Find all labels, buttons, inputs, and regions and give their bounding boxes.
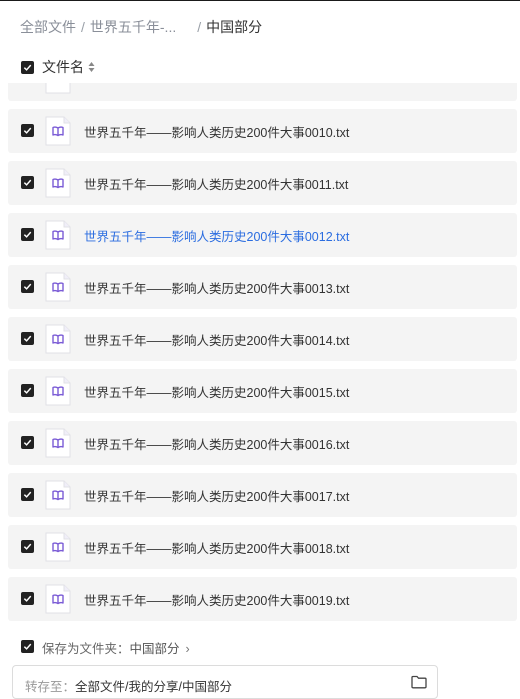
book-file-icon	[45, 220, 71, 250]
book-file-icon	[45, 83, 71, 94]
list-item-partial[interactable]	[8, 83, 517, 101]
check-icon	[23, 179, 32, 186]
file-name[interactable]: 世界五千年——影响人类历史200件大事0013.txt	[84, 278, 349, 297]
list-item[interactable]: 世界五千年——影响人类历史200件大事0018.txt	[8, 525, 517, 569]
list-item[interactable]: 世界五千年——影响人类历史200件大事0017.txt	[8, 473, 517, 517]
check-icon	[23, 643, 32, 650]
check-icon	[23, 283, 32, 290]
breadcrumb-separator: /	[197, 19, 202, 35]
check-icon	[23, 335, 32, 342]
book-file-icon	[45, 428, 71, 458]
row-checkbox[interactable]	[21, 124, 34, 137]
check-icon	[23, 491, 32, 498]
book-file-icon	[45, 272, 71, 302]
row-checkbox[interactable]	[21, 436, 34, 449]
breadcrumb-parent[interactable]: 世界五千年-...	[90, 17, 176, 37]
check-icon	[23, 231, 32, 238]
check-icon	[23, 127, 32, 134]
book-file-icon	[45, 324, 71, 354]
row-checkbox[interactable]	[21, 384, 34, 397]
check-icon	[23, 439, 32, 446]
breadcrumb-separator: /	[81, 19, 85, 35]
breadcrumb-current: 中国部分	[206, 19, 263, 35]
list-header: 文件名	[21, 58, 95, 76]
list-item[interactable]: 世界五千年——影响人类历史200件大事0012.txt	[8, 213, 517, 257]
row-checkbox[interactable]	[21, 540, 34, 553]
save-as-folder-option: 保存为文件夹：中国部分 ›	[0, 625, 520, 665]
book-file-icon	[45, 532, 71, 562]
row-checkbox[interactable]	[21, 280, 34, 293]
check-icon	[23, 64, 32, 71]
list-item[interactable]: 世界五千年——影响人类历史200件大事0011.txt	[8, 161, 517, 205]
check-icon	[23, 543, 32, 550]
check-icon	[23, 595, 32, 602]
save-as-folder-text[interactable]: 保存为文件夹：中国部分 ›	[42, 638, 190, 657]
list-item[interactable]: 世界五千年——影响人类历史200件大事0014.txt	[8, 317, 517, 361]
row-checkbox[interactable]	[21, 228, 34, 241]
transfer-destination-field[interactable]: 转存至：全部文件/我的分享/中国部分	[12, 665, 438, 699]
save-as-folder-name: 中国部分	[129, 642, 180, 656]
file-list: 世界五千年——影响人类历史200件大事0010.txt 世界五千年——影响人类历…	[0, 83, 520, 623]
column-header-filename[interactable]: 文件名	[42, 57, 84, 77]
select-all-checkbox[interactable]	[21, 60, 34, 74]
list-item[interactable]: 世界五千年——影响人类历史200件大事0016.txt	[8, 421, 517, 465]
row-checkbox[interactable]	[21, 488, 34, 501]
breadcrumb-root[interactable]: 全部文件	[20, 17, 76, 37]
file-name[interactable]: 世界五千年——影响人类历史200件大事0012.txt	[84, 226, 349, 245]
file-name[interactable]: 世界五千年——影响人类历史200件大事0015.txt	[84, 382, 349, 401]
list-item[interactable]: 世界五千年——影响人类历史200件大事0013.txt	[8, 265, 517, 309]
file-name[interactable]: 世界五千年——影响人类历史200件大事0014.txt	[84, 330, 349, 349]
file-name[interactable]: 世界五千年——影响人类历史200件大事0016.txt	[84, 434, 349, 453]
file-name[interactable]: 世界五千年——影响人类历史200件大事0017.txt	[84, 486, 349, 505]
check-icon	[23, 387, 32, 394]
list-item[interactable]: 世界五千年——影响人类历史200件大事0019.txt	[8, 577, 517, 621]
book-file-icon	[45, 168, 71, 198]
chevron-right-icon: ›	[185, 642, 190, 656]
save-as-folder-checkbox[interactable]	[21, 640, 34, 653]
list-item[interactable]: 世界五千年——影响人类历史200件大事0015.txt	[8, 369, 517, 413]
row-checkbox[interactable]	[21, 332, 34, 345]
row-checkbox[interactable]	[21, 592, 34, 605]
file-name[interactable]: 世界五千年——影响人类历史200件大事0018.txt	[84, 538, 349, 557]
save-as-folder-label: 保存为文件夹：	[42, 642, 130, 656]
book-file-icon	[45, 376, 71, 406]
book-file-icon	[45, 584, 71, 614]
breadcrumb: 全部文件 / 世界五千年-... / 中国部分	[20, 17, 262, 37]
transfer-prefix: 转存至：	[25, 680, 76, 694]
file-name[interactable]: 世界五千年——影响人类历史200件大事0010.txt	[84, 122, 349, 141]
sort-icon[interactable]	[88, 61, 95, 73]
book-file-icon	[45, 116, 71, 146]
book-file-icon	[45, 480, 71, 510]
transfer-path: 全部文件/我的分享/中国部分	[75, 680, 232, 694]
list-item[interactable]: 世界五千年——影响人类历史200件大事0010.txt	[8, 109, 517, 153]
folder-icon[interactable]	[411, 675, 427, 689]
file-name[interactable]: 世界五千年——影响人类历史200件大事0019.txt	[84, 590, 349, 609]
file-name[interactable]: 世界五千年——影响人类历史200件大事0011.txt	[84, 174, 348, 193]
row-checkbox[interactable]	[21, 176, 34, 189]
